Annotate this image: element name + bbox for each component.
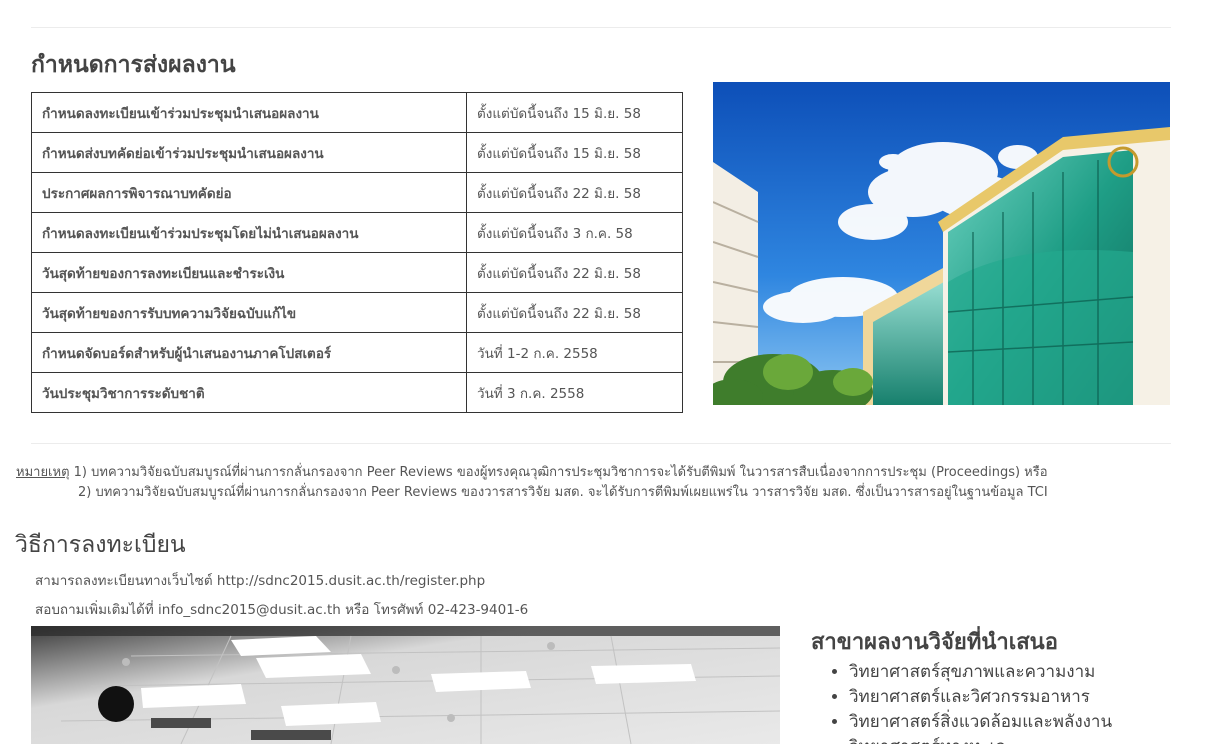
building-illustration <box>713 82 1170 405</box>
table-row: กำหนดลงทะเบียนเข้าร่วมประชุมโดยไม่นำเสนอ… <box>31 212 683 253</box>
schedule-table: กำหนดลงทะเบียนเข้าร่วมประชุมนำเสนอผลงาน … <box>31 92 683 413</box>
schedule-date: ตั้งแต่บัดนี้จนถึง 22 มิ.ย. 58 <box>466 252 683 293</box>
table-row: กำหนดลงทะเบียนเข้าร่วมประชุมนำเสนอผลงาน … <box>31 92 683 133</box>
building-photo <box>713 82 1170 405</box>
schedule-item: กำหนดลงทะเบียนเข้าร่วมประชุมนำเสนอผลงาน <box>31 92 467 133</box>
schedule-item: กำหนดลงทะเบียนเข้าร่วมประชุมโดยไม่นำเสนอ… <box>31 212 467 253</box>
registration-title: วิธีการลงทะเบียน <box>15 532 186 558</box>
registration-contact-text: สอบถามเพิ่มเติมได้ที่ info_sdnc2015@dusi… <box>35 602 529 618</box>
schedule-item: กำหนดจัดบอร์ดสำหรับผู้นำเสนองานภาคโปสเตอ… <box>31 332 467 373</box>
conference-room-photo <box>31 626 780 744</box>
table-row: วันสุดท้ายของการลงทะเบียนและชำระเงิน ตั้… <box>31 252 683 293</box>
schedule-date: ตั้งแต่บัดนี้จนถึง 3 ก.ค. 58 <box>466 212 683 253</box>
schedule-item: ประกาศผลการพิจารณาบทคัดย่อ <box>31 172 467 213</box>
page: กำหนดการส่งผลงาน กำหนดลงทะเบียนเข้าร่วมป… <box>0 0 1232 744</box>
schedule-item: วันประชุมวิชาการระดับชาติ <box>31 372 467 413</box>
table-row: วันประชุมวิชาการระดับชาติ วันที่ 3 ก.ค. … <box>31 372 683 413</box>
registration-website-text: สามารถลงทะเบียนทางเว็บไซต์ http://sdnc20… <box>35 573 486 589</box>
schedule-item: วันสุดท้ายของการรับบทความวิจัยฉบับแก้ไข <box>31 292 467 333</box>
schedule-date: ตั้งแต่บัดนี้จนถึง 15 มิ.ย. 58 <box>466 132 683 173</box>
table-row: กำหนดจัดบอร์ดสำหรับผู้นำเสนองานภาคโปสเตอ… <box>31 332 683 373</box>
conference-room-illustration <box>31 626 780 744</box>
schedule-date: วันที่ 1-2 ก.ค. 2558 <box>466 332 683 373</box>
remark-text-1: 1) บทความวิจัยฉบับสมบูรณ์ที่ผ่านการกลั่น… <box>73 465 1048 480</box>
schedule-item: วันสุดท้ายของการลงทะเบียนและชำระเงิน <box>31 252 467 293</box>
schedule-item: กำหนดส่งบทคัดย่อเข้าร่วมประชุมนำเสนอผลงา… <box>31 132 467 173</box>
table-row: วันสุดท้ายของการรับบทความวิจัยฉบับแก้ไข … <box>31 292 683 333</box>
remark-line-2: 2) บทความวิจัยฉบับสมบูรณ์ที่ผ่านการกลั่น… <box>78 485 1048 500</box>
remarks: หมายเหตุ 1) บทความวิจัยฉบับสมบูรณ์ที่ผ่า… <box>16 463 1048 503</box>
schedule-title: กำหนดการส่งผลงาน <box>31 52 236 78</box>
remark-line-1: หมายเหตุ 1) บทความวิจัยฉบับสมบูรณ์ที่ผ่า… <box>16 463 1048 483</box>
list-item: วิทยาศาสตร์สิ่งแวดล้อมและพลังงาน <box>849 710 1112 735</box>
divider-top <box>31 27 1171 28</box>
list-item: วิทยาศาสตร์และวิศวกรรมอาหาร <box>849 685 1112 710</box>
remarks-label: หมายเหตุ <box>16 465 70 480</box>
research-fields-title: สาขาผลงานวิจัยที่นำเสนอ <box>811 630 1058 655</box>
schedule-date: วันที่ 3 ก.ค. 2558 <box>466 372 683 413</box>
schedule-date: ตั้งแต่บัดนี้จนถึง 15 มิ.ย. 58 <box>466 92 683 133</box>
research-fields-list: วิทยาศาสตร์สุขภาพและความงาม วิทยาศาสตร์แ… <box>811 660 1112 744</box>
list-item: วิทยาศาสตร์สุขภาพและความงาม <box>849 660 1112 685</box>
schedule-date: ตั้งแต่บัดนี้จนถึง 22 มิ.ย. 58 <box>466 172 683 213</box>
list-item: วิทยาศาสตร์ทางทะเล <box>849 735 1112 744</box>
table-row: กำหนดส่งบทคัดย่อเข้าร่วมประชุมนำเสนอผลงา… <box>31 132 683 173</box>
divider-middle <box>31 443 1171 444</box>
schedule-date: ตั้งแต่บัดนี้จนถึง 22 มิ.ย. 58 <box>466 292 683 333</box>
table-row: ประกาศผลการพิจารณาบทคัดย่อ ตั้งแต่บัดนี้… <box>31 172 683 213</box>
